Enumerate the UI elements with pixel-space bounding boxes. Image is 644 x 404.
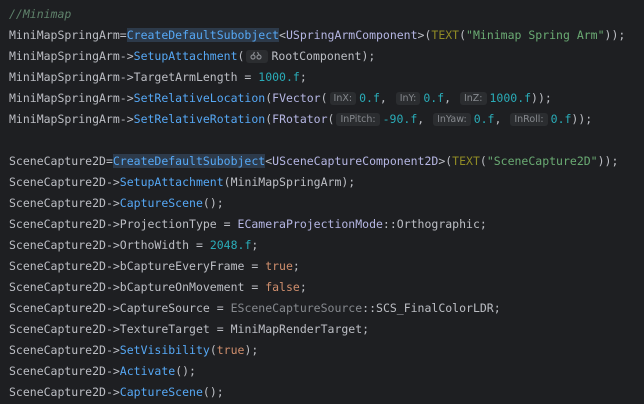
type-name: USpringArmComponent (285, 28, 418, 42)
enum-type: ECameraProjectionMode (237, 217, 383, 231)
identifier: MiniMapSpringArm (9, 28, 120, 42)
property: ProjectionType (119, 217, 217, 231)
macro: TEXT (452, 154, 480, 168)
identifier: MiniMapSpringArm (9, 49, 120, 63)
number-literal: 0.f (550, 112, 572, 126)
number-literal: 0.f (473, 112, 495, 126)
code-line-2: MiniMapSpringArm=CreateDefaultSubobject<… (9, 28, 626, 42)
identifier: MiniMapSpringArm (9, 112, 120, 126)
identifier: SceneCapture2D (9, 217, 106, 231)
code-line-16: SceneCapture2D->TextureTarget = MiniMapR… (9, 322, 370, 336)
property: TextureTarget (119, 322, 210, 336)
code-line-13: SceneCapture2D->bCaptureEveryFrame = tru… (9, 259, 300, 273)
identifier: SceneCapture2D (9, 385, 106, 399)
identifier: SceneCapture2D (9, 343, 106, 357)
number-literal: 0.f (423, 91, 445, 105)
property: OrthoWidth (119, 238, 190, 252)
inlay-hint (246, 50, 269, 63)
enum-value: SCS_FinalColorLDR (376, 301, 494, 315)
identifier: SceneCapture2D (9, 322, 106, 336)
inlay-hint: InPitch: (336, 113, 380, 126)
identifier: MiniMapSpringArm (230, 175, 342, 189)
code-line-5: MiniMapSpringArm->SetRelativeLocation(FV… (9, 91, 552, 105)
property: CaptureSource (119, 301, 210, 315)
comment: //Minimap (9, 7, 72, 21)
number-literal: 2048.f (209, 238, 252, 252)
inlay-hint: InYaw: (433, 113, 471, 126)
string-literal: "Minimap Spring Arm" (466, 28, 605, 42)
identifier: RootComponent (271, 49, 362, 63)
code-line-19: SceneCapture2D->CaptureScene(); (9, 385, 224, 399)
number-literal: 0.f (359, 91, 380, 105)
property: TargetArmLength (133, 70, 238, 84)
parameter-hint-icon (250, 51, 263, 60)
property: bCaptureEveryFrame (119, 259, 245, 273)
function-name: CaptureScene (119, 385, 203, 399)
inlay-hint: InY: (395, 92, 421, 105)
code-line-12: SceneCapture2D->OrthoWidth = 2048.f; (9, 238, 259, 252)
identifier: SceneCapture2D (9, 259, 106, 273)
code-line-4: MiniMapSpringArm->TargetArmLength = 1000… (9, 70, 307, 84)
number-literal: 1000.f (489, 91, 532, 105)
code-line-3: MiniMapSpringArm->SetupAttachment(RootCo… (9, 49, 376, 63)
type-name: USceneCaptureComponent2D (272, 154, 439, 168)
number-literal: -90.f (382, 112, 418, 126)
property: bCaptureOnMovement (119, 280, 245, 294)
code-editor[interactable]: //Minimap MiniMapSpringArm=CreateDefault… (0, 0, 644, 404)
code-line-14: SceneCapture2D->bCaptureOnMovement = fal… (9, 280, 307, 294)
code-line-11: SceneCapture2D->ProjectionType = ECamera… (9, 217, 487, 231)
function-name: SetupAttachment (133, 49, 238, 63)
function-name: SetRelativeLocation (133, 91, 266, 105)
identifier: SceneCapture2D (9, 280, 106, 294)
identifier: SceneCapture2D (9, 154, 106, 168)
function-name: CreateDefaultSubobject (112, 154, 266, 168)
inlay-hint: InZ: (459, 92, 487, 105)
type-name: FVector (272, 91, 321, 105)
code-line-10: SceneCapture2D->CaptureScene(); (9, 196, 224, 210)
function-name: Activate (119, 364, 176, 378)
identifier: SceneCapture2D (9, 364, 106, 378)
code-line-1: //Minimap (9, 4, 644, 25)
inlay-hint: InX: (329, 92, 357, 105)
inlay-hint: InRoll: (510, 113, 548, 126)
code-line-18: SceneCapture2D->Activate(); (9, 364, 196, 378)
number-literal: 1000.f (258, 70, 300, 84)
identifier: SceneCapture2D (9, 301, 106, 315)
string-literal: "SceneCapture2D" (486, 154, 598, 168)
keyword: true (265, 259, 293, 273)
code-line-17: SceneCapture2D->SetVisibility(true); (9, 343, 259, 357)
macro: TEXT (431, 28, 460, 42)
identifier: SceneCapture2D (9, 175, 106, 189)
code-line-8: SceneCapture2D=CreateDefaultSubobject<US… (9, 154, 619, 168)
identifier: MiniMapSpringArm (9, 91, 120, 105)
function-name: CaptureScene (119, 196, 203, 210)
type-name: FRotator (272, 112, 328, 126)
enum-type: ESceneCaptureSource (230, 301, 363, 315)
keyword: false (265, 280, 300, 294)
function-name: SetupAttachment (119, 175, 224, 189)
identifier: MiniMapRenderTarget (230, 322, 363, 336)
code-line-6: MiniMapSpringArm->SetRelativeRotation(FR… (9, 112, 593, 126)
code-line-9: SceneCapture2D->SetupAttachment(MiniMapS… (9, 175, 356, 189)
enum-value: Orthographic (396, 217, 480, 231)
identifier: SceneCapture2D (9, 238, 106, 252)
function-name: CreateDefaultSubobject (126, 28, 280, 42)
identifier: SceneCapture2D (9, 196, 106, 210)
function-name: SetVisibility (119, 343, 210, 357)
function-name: SetRelativeRotation (133, 112, 266, 126)
keyword: true (216, 343, 245, 357)
identifier: MiniMapSpringArm (9, 70, 120, 84)
code-line-15: SceneCapture2D->CaptureSource = ESceneCa… (9, 301, 501, 315)
